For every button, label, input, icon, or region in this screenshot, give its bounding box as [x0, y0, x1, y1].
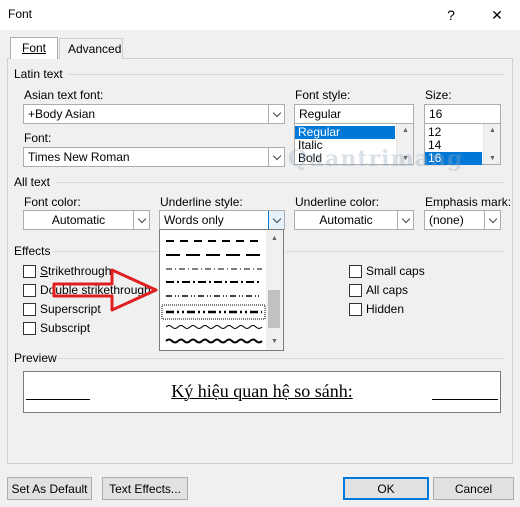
close-button[interactable]: ✕ — [474, 0, 520, 30]
chevron-down-icon — [488, 214, 497, 223]
font-style-label: Font style: — [295, 88, 351, 102]
watermark: Quantrimang — [288, 146, 464, 172]
asian-font-select[interactable]: +Body Asian — [23, 104, 285, 124]
underline-color-value: Automatic — [319, 213, 373, 227]
all-caps-checkbox[interactable] — [349, 284, 362, 297]
preview-text: Ký hiệu quan hệ so sánh: — [24, 381, 500, 402]
font-style-value: Regular — [299, 107, 342, 121]
tab-font-label: Font — [21, 41, 46, 55]
latin-text-group-label: Latin text — [14, 67, 63, 81]
font-style-input[interactable]: Regular — [294, 104, 414, 124]
size-label: Size: — [425, 88, 452, 102]
all-text-divider — [56, 182, 504, 183]
subscript-checkbox[interactable] — [23, 322, 36, 335]
cancel-button[interactable]: Cancel — [433, 477, 514, 500]
double-strikethrough-checkbox[interactable] — [23, 284, 36, 297]
strikethrough-checkbox[interactable] — [23, 265, 36, 278]
preview-divider — [58, 358, 504, 359]
size-value: 16 — [429, 107, 443, 121]
tab-font[interactable]: Font — [10, 37, 58, 59]
effects-group-label: Effects — [14, 244, 51, 258]
underline-style-options — [161, 240, 266, 344]
underline-option-wave — [165, 325, 263, 329]
all-text-group-label: All text — [14, 175, 51, 189]
chevron-down-icon — [272, 151, 281, 160]
red-arrow-icon — [52, 268, 158, 312]
emphasis-mark-label: Emphasis mark: — [425, 195, 512, 209]
help-button[interactable]: ? — [428, 0, 474, 30]
size-input[interactable]: 16 — [424, 104, 501, 124]
underline-color-label: Underline color: — [295, 195, 380, 209]
scroll-up-icon[interactable]: ▲ — [266, 230, 283, 247]
asian-font-value: +Body Asian — [28, 107, 96, 121]
emphasis-mark-value: (none) — [429, 213, 464, 227]
underline-style-label: Underline style: — [160, 195, 243, 209]
scroll-up-icon[interactable]: ▲ — [484, 124, 501, 136]
chevron-down-icon — [272, 214, 281, 223]
font-dropdown-button[interactable] — [268, 148, 284, 166]
all-caps-label: All caps — [366, 283, 409, 297]
close-icon: ✕ — [491, 6, 503, 23]
hidden-checkbox[interactable] — [349, 303, 362, 316]
hidden-label: Hidden — [366, 302, 405, 316]
size-scrollbar[interactable]: ▲ ▼ — [483, 124, 500, 164]
font-value: Times New Roman — [28, 150, 130, 164]
tab-advanced[interactable]: Advanced — [59, 38, 123, 59]
underline-style-dropdown-list[interactable]: ▲ ▼ — [159, 229, 284, 351]
underline-color-dropdown-button[interactable] — [397, 211, 413, 229]
scroll-down-icon[interactable]: ▼ — [266, 333, 283, 350]
underline-style-value: Words only — [164, 213, 224, 227]
text-effects-button[interactable]: Text Effects... — [102, 477, 188, 500]
font-color-value: Automatic — [51, 213, 106, 227]
asian-font-dropdown-button[interactable] — [268, 105, 284, 123]
help-icon: ? — [447, 7, 455, 23]
asian-font-label: Asian text font: — [24, 88, 104, 102]
effects-divider — [286, 251, 504, 252]
window-title: Font — [8, 7, 33, 21]
underline-style-select[interactable]: Words only — [159, 210, 285, 230]
emphasis-mark-select[interactable]: (none) — [424, 210, 501, 230]
latin-text-divider — [68, 74, 504, 75]
underline-color-select[interactable]: Automatic — [294, 210, 414, 230]
font-color-dropdown-button[interactable] — [133, 211, 149, 229]
underline-style-dropdown-button[interactable] — [268, 211, 284, 229]
font-color-select[interactable]: Automatic — [23, 210, 150, 230]
tab-advanced-label: Advanced — [68, 42, 122, 56]
scroll-up-icon[interactable]: ▲ — [397, 124, 414, 136]
emphasis-mark-dropdown-button[interactable] — [484, 211, 500, 229]
font-label: Font: — [24, 131, 52, 145]
effects-divider — [52, 251, 158, 252]
chevron-down-icon — [401, 214, 410, 223]
preview-group-label: Preview — [14, 351, 57, 365]
small-caps-checkbox[interactable] — [349, 265, 362, 278]
font-select[interactable]: Times New Roman — [23, 147, 285, 167]
set-as-default-button[interactable]: Set As Default — [7, 477, 92, 500]
subscript-label: Subscript — [40, 321, 91, 335]
superscript-checkbox[interactable] — [23, 303, 36, 316]
underline-option-heavy-wave — [165, 338, 263, 344]
underline-style-scrollbar[interactable]: ▲ ▼ — [266, 230, 283, 350]
preview-text-content: Ký hiệu quan hệ so sánh: — [171, 381, 353, 401]
scroll-down-icon[interactable]: ▼ — [484, 152, 501, 164]
font-color-label: Font color: — [24, 195, 81, 209]
preview-box: Ký hiệu quan hệ so sánh: — [23, 371, 501, 413]
chevron-down-icon — [272, 108, 281, 117]
scrollbar-thumb[interactable] — [268, 290, 280, 328]
small-caps-label: Small caps — [366, 264, 425, 278]
ok-button[interactable]: OK — [343, 477, 429, 500]
chevron-down-icon — [137, 214, 146, 223]
